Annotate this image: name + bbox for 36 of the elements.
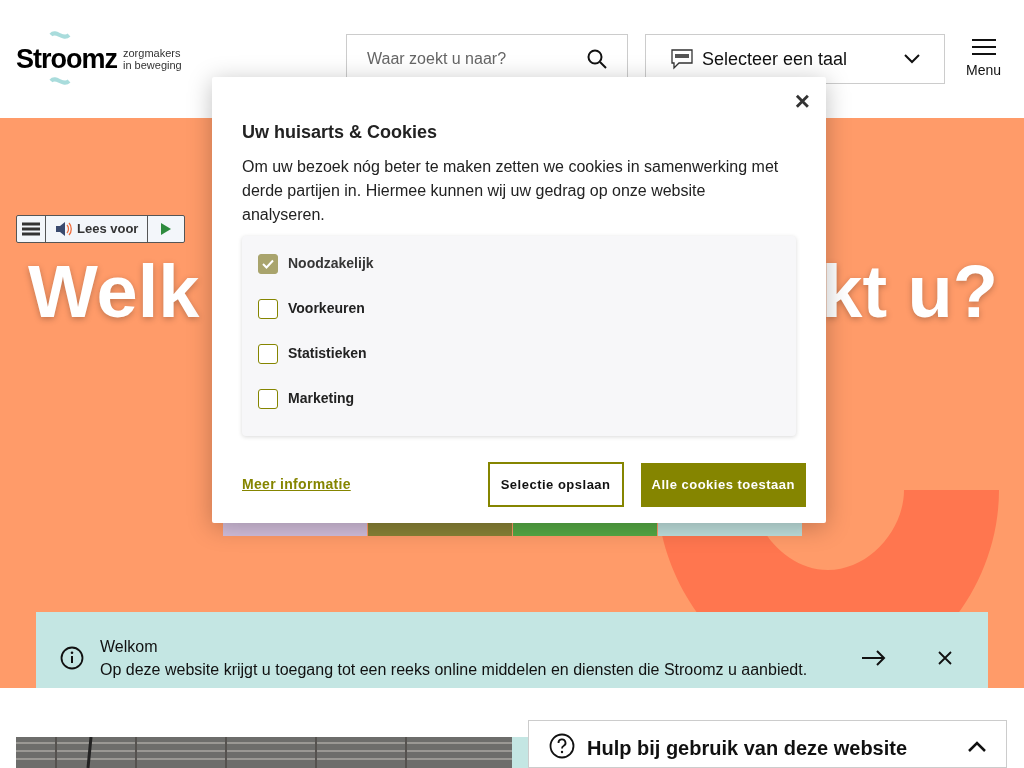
dialog-text: Om uw bezoek nóg beter te maken zetten we cookies in samenwerking met derde partijen in. Hiermee kunnen wij uw gedrag op onze website analyseren. <box>242 157 780 225</box>
checkbox-label: Voorkeuren <box>288 299 365 318</box>
hero-heading: Welk <box>28 250 200 334</box>
chevron-down-icon <box>904 54 920 64</box>
chevron-up-icon <box>968 741 986 752</box>
search-icon <box>587 49 607 69</box>
accept-all-button[interactable]: Alle cookies toestaan <box>640 462 806 507</box>
hero-heading: kt u? <box>821 250 998 334</box>
dialog-title: Uw huisarts & Cookies <box>242 121 439 144</box>
banner-text: Op deze website krijgt u toegang tot een reeks online middelen en diensten die Stroomz u aanbiedt. <box>100 659 809 680</box>
panel-background <box>512 737 528 768</box>
speech-bubble-icon <box>670 48 694 70</box>
logo-tagline: in beweging <box>123 59 182 71</box>
checkbox-label: Statistieken <box>288 344 367 363</box>
play-icon <box>161 223 172 235</box>
save-selection-button[interactable]: Selectie opslaan <box>487 462 624 507</box>
banner-title: Welkom <box>100 636 159 657</box>
help-icon <box>549 733 575 759</box>
info-icon <box>60 645 84 670</box>
more-info-link[interactable]: Meer informatie <box>242 474 351 495</box>
checkbox[interactable] <box>258 298 278 319</box>
checkbox[interactable] <box>258 388 278 409</box>
checkbox[interactable] <box>258 343 278 364</box>
check-icon <box>262 258 274 269</box>
help-panel[interactable]: Hulp bij gebruik van deze website <box>528 720 1007 768</box>
menu-icon <box>970 37 997 56</box>
menu-button[interactable]: Menu <box>966 37 1002 81</box>
logo[interactable]: Stroomz <box>16 31 117 87</box>
close-button[interactable]: × <box>794 91 810 111</box>
arrow-right-icon[interactable] <box>862 649 886 666</box>
checkbox-label: Marketing <box>288 389 355 408</box>
checkbox-label: Noodzakelijk <box>288 254 374 273</box>
speaker-icon <box>55 222 73 236</box>
logo-tagline: zorgmakers <box>123 47 182 59</box>
close-icon[interactable] <box>938 650 952 665</box>
read-aloud-button[interactable]: Lees voor <box>46 216 149 242</box>
